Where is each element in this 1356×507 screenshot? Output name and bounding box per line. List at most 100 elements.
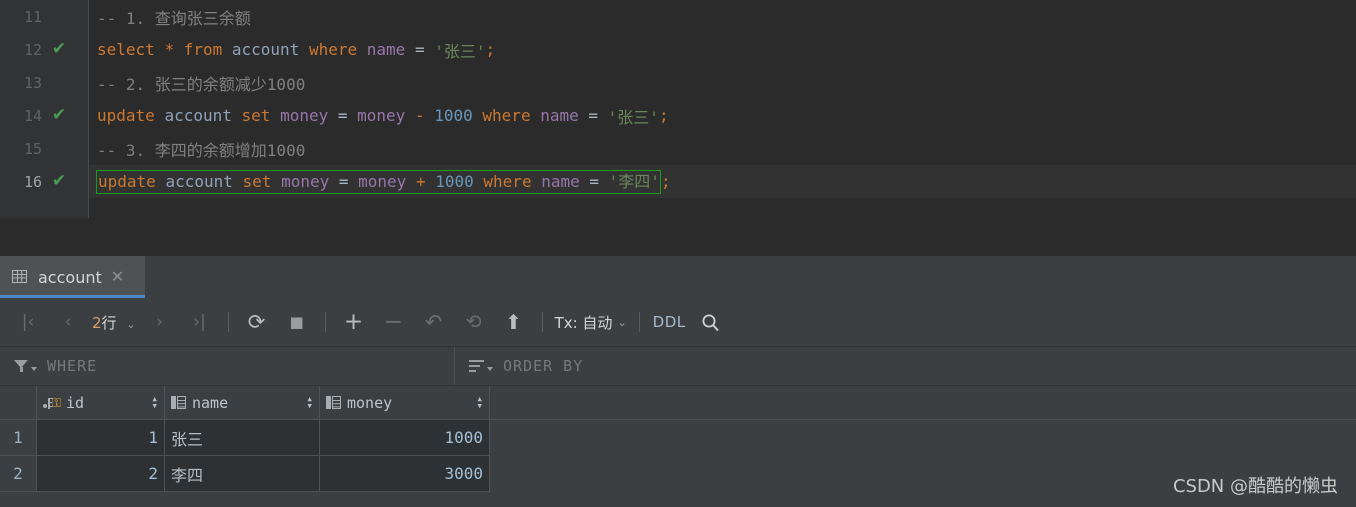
- code-line-14[interactable]: update account set money = money - 1000 …: [89, 99, 1356, 132]
- result-grid[interactable]: ⚿ id ▴ ▾ name ▴ ▾ money ▴ ▾ 1 1 张三 1000 2 2 李四 3000: [0, 386, 1356, 492]
- token-op: [232, 106, 242, 125]
- editor-code-area[interactable]: -- 1. 查询张三余额 select * from account where …: [89, 0, 1356, 218]
- grid-cell-rownum[interactable]: 1: [0, 420, 37, 456]
- code-line-15[interactable]: -- 3. 李四的余额增加1000: [89, 132, 1356, 165]
- token-op: =: [405, 40, 435, 59]
- chevron-down-icon: [31, 367, 37, 371]
- result-tab-bar: account ✕: [0, 256, 1356, 298]
- token-op: [405, 106, 415, 125]
- code-line-16[interactable]: update account set money = money + 1000 …: [89, 165, 1356, 198]
- gutter-line-15[interactable]: 15: [0, 132, 88, 165]
- close-icon[interactable]: ✕: [111, 269, 124, 285]
- gutter-line-14[interactable]: 14 ✔: [0, 99, 88, 132]
- grid-column-header-name[interactable]: name ▴ ▾: [165, 386, 320, 419]
- tab-account[interactable]: account ✕: [0, 256, 145, 298]
- statement-executed-check-icon[interactable]: ✔: [42, 107, 76, 124]
- key-glyph: ⚿: [52, 395, 62, 410]
- reload-icon[interactable]: ⟳: [237, 306, 277, 338]
- token-punc: +: [415, 171, 426, 191]
- executed-statement-highlight: update account set money = money + 1000 …: [96, 169, 661, 194]
- gutter-line-13[interactable]: 13: [0, 66, 88, 99]
- chevron-down-icon: ⌄: [126, 317, 136, 331]
- code-line-13[interactable]: -- 2. 张三的余额减少1000: [89, 66, 1356, 99]
- grid-cell-money[interactable]: 1000: [320, 420, 490, 456]
- sort-toggle-icon[interactable]: ▴ ▾: [476, 393, 483, 411]
- grid-column-label: id: [66, 393, 85, 412]
- chevron-down-icon: ⌄: [617, 315, 627, 329]
- sort-toggle-icon[interactable]: ▴ ▾: [306, 393, 313, 411]
- statement-executed-check-icon[interactable]: ✔: [42, 41, 76, 58]
- delete-row-icon[interactable]: −: [374, 306, 414, 338]
- filter-bar: WHERE ORDER BY: [0, 347, 1356, 386]
- sort-toggle-icon[interactable]: ▴ ▾: [151, 393, 158, 412]
- grid-body[interactable]: 1 1 张三 1000 2 2 李四 3000: [0, 420, 1356, 492]
- last-page-icon[interactable]: ›|: [180, 306, 220, 338]
- search-icon[interactable]: [691, 306, 731, 338]
- line-number: 14: [23, 106, 42, 125]
- gutter-line-12[interactable]: 12 ✔: [0, 33, 88, 66]
- table-row[interactable]: 1 1 张三 1000: [0, 420, 1356, 456]
- gutter-line-11[interactable]: 11: [0, 0, 88, 33]
- upload-icon[interactable]: ⬆: [494, 306, 534, 338]
- sql-editor[interactable]: 11 12 ✔ 13 14 ✔ 15 16 ✔ -- 1. 查询张三余额 select * fro…: [0, 0, 1356, 218]
- token-op: [271, 172, 281, 191]
- where-filter[interactable]: WHERE: [0, 347, 455, 385]
- token-kw: select: [97, 40, 155, 59]
- token-str: '张三': [607, 107, 659, 127]
- token-col: name: [366, 40, 406, 59]
- stop-icon[interactable]: ■: [277, 306, 317, 338]
- token-kw: from: [183, 40, 223, 59]
- ddl-button[interactable]: DDL: [648, 306, 691, 338]
- token-op: =: [329, 171, 359, 191]
- transaction-mode-selector[interactable]: Tx: 自动 ⌄: [551, 312, 631, 333]
- tab-label: account: [38, 267, 102, 287]
- grid-column-header-money[interactable]: money ▴ ▾: [320, 386, 490, 419]
- line-number: 15: [23, 139, 42, 158]
- grid-cell-rownum[interactable]: 2: [0, 456, 37, 492]
- token-op: [426, 172, 436, 191]
- where-label: WHERE: [47, 357, 98, 375]
- sort-desc-glyph: ▾: [151, 398, 158, 412]
- editor-gutter[interactable]: 11 12 ✔ 13 14 ✔ 15 16 ✔: [0, 0, 89, 218]
- statement-executed-check-icon[interactable]: ✔: [42, 173, 76, 190]
- row-count-unit: 行: [101, 313, 117, 332]
- token-kw: *: [164, 40, 175, 59]
- token-kw: update: [97, 106, 155, 125]
- token-kw: update: [98, 171, 156, 191]
- gutter-line-16[interactable]: 16 ✔: [0, 165, 88, 198]
- revert-icon[interactable]: ↶: [414, 306, 454, 338]
- token-tbl: account: [165, 171, 233, 191]
- toolbar-divider-1: [227, 312, 229, 332]
- order-by-filter[interactable]: ORDER BY: [455, 347, 583, 385]
- line-number: 16: [23, 172, 42, 191]
- row-count-selector[interactable]: 2行 ⌄: [88, 312, 140, 333]
- token-punc: -: [414, 106, 425, 125]
- grid-cell-money[interactable]: 3000: [320, 456, 490, 492]
- token-cmt: -- 2. 张三的余额减少1000: [97, 74, 306, 94]
- grid-cell-name[interactable]: 李四: [165, 456, 320, 492]
- toolbar-divider-2: [324, 312, 326, 332]
- submit-icon[interactable]: ⟲: [454, 306, 494, 338]
- code-line-11[interactable]: -- 1. 查询张三余额: [89, 0, 1356, 33]
- code-line-12[interactable]: select * from account where name = '张三';: [89, 33, 1356, 66]
- token-kw: where: [483, 171, 532, 191]
- grid-cell-name[interactable]: 张三: [165, 420, 320, 456]
- token-kw: where: [308, 40, 358, 59]
- table-row[interactable]: 2 2 李四 3000: [0, 456, 1356, 492]
- add-row-icon[interactable]: +: [334, 306, 374, 338]
- token-op: [473, 106, 483, 125]
- token-op: [532, 172, 542, 191]
- token-col: money: [281, 171, 330, 191]
- grid-column-header-rownum[interactable]: [0, 386, 37, 419]
- next-page-icon[interactable]: ›: [140, 306, 180, 338]
- grid-column-header-id[interactable]: ⚿ id ▴ ▾: [37, 386, 165, 419]
- token-num: 1000: [435, 171, 474, 191]
- token-col: money: [358, 171, 407, 191]
- token-op: [233, 172, 243, 191]
- first-page-icon[interactable]: |‹: [8, 306, 48, 338]
- token-col: money: [280, 106, 329, 125]
- prev-page-icon[interactable]: ‹: [48, 306, 88, 338]
- grid-cell-id[interactable]: 1: [37, 420, 165, 456]
- grid-cell-id[interactable]: 2: [37, 456, 165, 492]
- token-cmt: -- 1. 查询张三余额: [97, 8, 251, 28]
